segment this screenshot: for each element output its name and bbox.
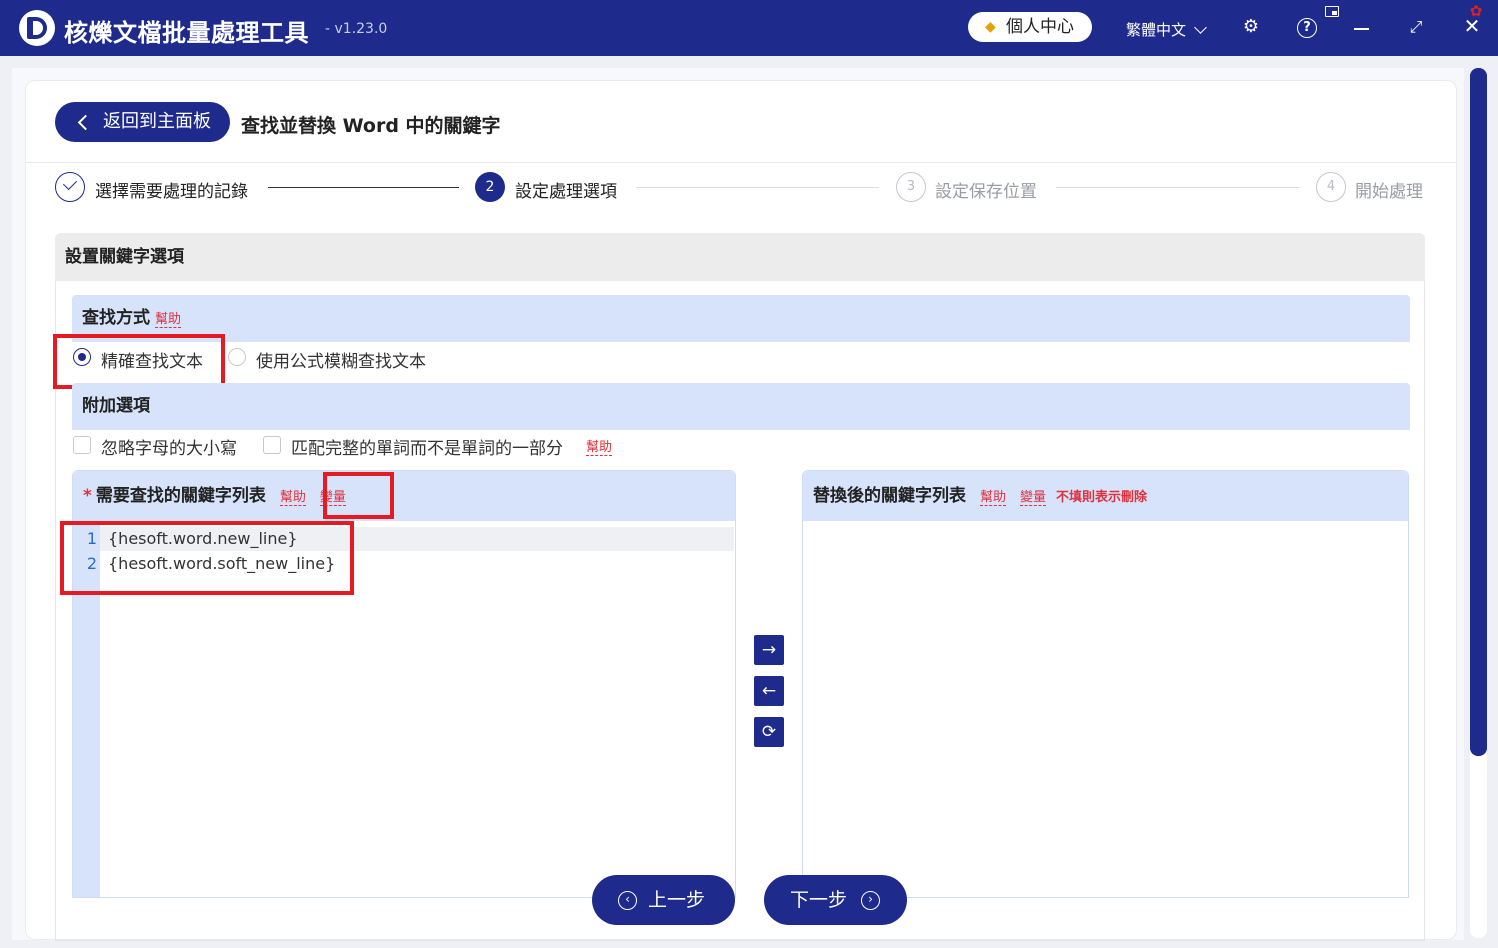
whole-word-label[interactable]: 匹配完整的單詞而不是單詞的一部分 <box>291 434 563 459</box>
step-2-indicator: 2 <box>475 172 505 202</box>
title-bar: 核爍文檔批量處理工具 - v1.23.0 ◆ 個人中心 繁體中文 ⚙ ? ✿ ⤢… <box>0 0 1498 56</box>
page-title: 查找並替換 Word 中的關鍵字 <box>241 115 501 137</box>
help-icon[interactable]: ? <box>1297 18 1317 38</box>
replace-keywords-help-link[interactable]: 幫助 <box>980 490 1007 506</box>
gem-icon: ◆ <box>985 19 996 35</box>
maximize-icon[interactable]: ⤢ <box>1407 18 1425 36</box>
radio-formula-search[interactable] <box>228 348 246 366</box>
language-label: 繁體中文 <box>1126 21 1187 39</box>
step-2-label: 設定處理選項 <box>515 182 617 202</box>
step-1-indicator <box>55 172 85 202</box>
find-keywords-header: * 需要查找的關鍵字列表 幫助 變量 <box>73 471 735 521</box>
next-step-label: 下一步 <box>790 889 848 911</box>
language-selector[interactable]: 繁體中文 <box>1126 19 1207 40</box>
back-label: 返回到主面板 <box>103 111 211 132</box>
app-logo-icon <box>19 10 55 46</box>
gear-icon[interactable]: ⚙ <box>1241 18 1261 36</box>
move-right-button[interactable]: → <box>754 635 784 665</box>
back-to-dashboard-button[interactable]: 返回到主面板 <box>55 102 230 142</box>
step-1-label: 選擇需要處理的記錄 <box>95 182 248 202</box>
find-keywords-help-link[interactable]: 幫助 <box>279 490 306 506</box>
step-3-label: 設定保存位置 <box>935 182 1037 202</box>
chevron-left-icon: ‹ <box>618 891 637 910</box>
highlight-box-search-mode <box>53 334 225 389</box>
minimize-icon[interactable] <box>1354 28 1369 30</box>
chevron-left-icon <box>77 114 94 131</box>
highlight-box-variables <box>323 472 394 519</box>
whole-word-checkbox[interactable] <box>263 436 281 454</box>
header-divider <box>25 162 1457 163</box>
chevron-right-icon: › <box>861 891 880 910</box>
step-connector-2 <box>636 187 879 188</box>
extra-options-help-wrap: 幫助 <box>586 436 613 456</box>
pip-icon[interactable] <box>1325 6 1339 17</box>
replace-keywords-title: 替換後的關鍵字列表 <box>813 486 966 506</box>
extra-options-header: 附加選項 <box>72 383 1410 430</box>
next-step-button[interactable]: 下一步 › <box>764 875 907 925</box>
refresh-button[interactable]: ⟳ <box>754 717 784 747</box>
formula-search-label[interactable]: 使用公式模糊查找文本 <box>256 347 426 372</box>
step-4-label: 開始處理 <box>1355 182 1423 202</box>
step-3-indicator: 3 <box>896 172 926 202</box>
user-center-button[interactable]: ◆ 個人中心 <box>968 12 1092 42</box>
highlight-box-keywords <box>60 521 354 595</box>
chevron-down-icon <box>1194 21 1207 34</box>
search-mode-title: 查找方式 <box>82 308 150 328</box>
close-icon[interactable]: ✕ <box>1462 16 1482 36</box>
app-title: 核爍文檔批量處理工具 <box>64 19 309 47</box>
ignore-case-label[interactable]: 忽略字母的大小寫 <box>101 434 237 459</box>
replace-keywords-header: 替換後的關鍵字列表 幫助 變量 不填則表示刪除 <box>803 471 1408 521</box>
app-version: - v1.23.0 <box>325 21 388 37</box>
ignore-case-checkbox[interactable] <box>73 436 91 454</box>
step-connector-1 <box>268 187 459 188</box>
search-mode-header: 查找方式 幫助 <box>72 295 1410 342</box>
keyword-options-header: 設置關鍵字選項 <box>55 233 1425 281</box>
replace-keywords-panel[interactable]: 替換後的關鍵字列表 幫助 變量 不填則表示刪除 <box>802 470 1409 898</box>
replace-keywords-variables-link[interactable]: 變量 <box>1020 490 1047 506</box>
prev-step-button[interactable]: ‹ 上一步 <box>592 875 735 925</box>
search-mode-help-link[interactable]: 幫助 <box>155 312 182 328</box>
move-left-button[interactable]: ← <box>754 676 784 706</box>
extra-options-help-link[interactable]: 幫助 <box>586 440 613 456</box>
prev-step-label: 上一步 <box>648 889 706 911</box>
step-connector-3 <box>1056 187 1299 188</box>
scrollbar-thumb[interactable] <box>1470 68 1487 756</box>
required-mark: * <box>83 486 92 506</box>
delete-hint: 不填則表示刪除 <box>1056 490 1148 505</box>
step-4-indicator: 4 <box>1316 172 1346 202</box>
user-center-label: 個人中心 <box>1006 17 1074 37</box>
check-icon <box>62 175 78 191</box>
find-keywords-title: 需要查找的關鍵字列表 <box>95 486 266 506</box>
